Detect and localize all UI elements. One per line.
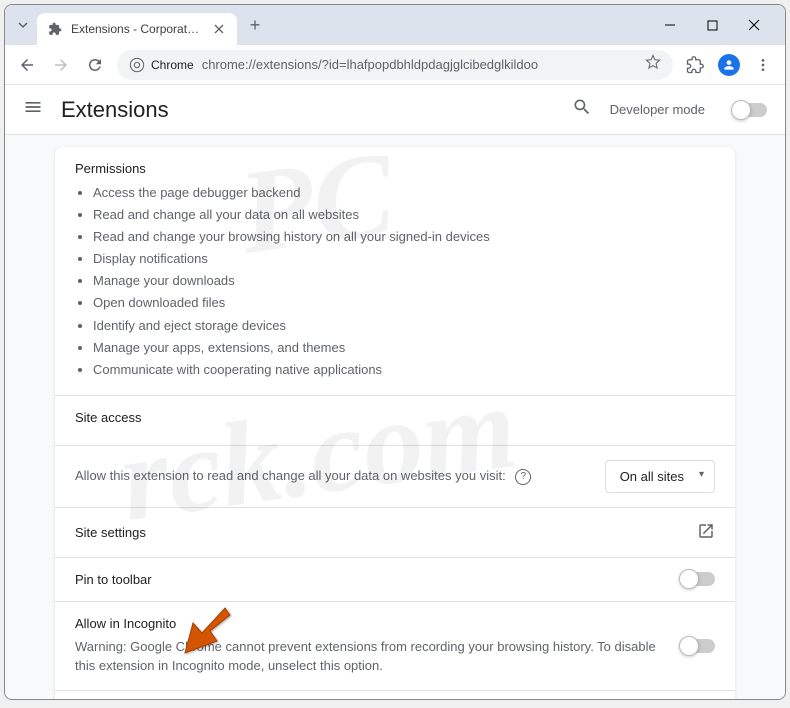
site-settings-link[interactable] [697, 522, 715, 543]
dev-mode-label: Developer mode [610, 102, 705, 117]
forward-button[interactable] [49, 53, 73, 77]
close-window-button[interactable] [739, 10, 769, 40]
search-button[interactable] [572, 97, 592, 122]
dev-mode-toggle[interactable] [733, 103, 767, 117]
minimize-button[interactable] [655, 10, 685, 40]
extension-icon [47, 21, 63, 37]
incognito-warning: Warning: Google Chrome cannot prevent ex… [75, 637, 669, 676]
permissions-list: Access the page debugger backendRead and… [75, 182, 715, 381]
permissions-title: Permissions [75, 161, 715, 176]
menu-button[interactable] [751, 57, 775, 73]
profile-button[interactable] [717, 54, 741, 76]
address-bar[interactable]: Chrome chrome://extensions/?id=lhafpopdb… [117, 50, 673, 80]
back-button[interactable] [15, 53, 39, 77]
omnibox-prefix: Chrome [151, 58, 194, 72]
permission-item: Manage your apps, extensions, and themes [93, 337, 715, 359]
site-access-title: Site access [75, 410, 715, 425]
help-icon[interactable]: ? [515, 469, 531, 485]
page-title: Extensions [61, 97, 554, 123]
tab-search-button[interactable] [13, 19, 33, 31]
incognito-toggle[interactable] [681, 639, 715, 653]
site-access-select[interactable]: On all sites [605, 460, 715, 493]
reload-button[interactable] [83, 53, 107, 77]
site-settings-label: Site settings [75, 525, 146, 540]
bookmark-button[interactable] [645, 54, 661, 75]
annotation-arrow [175, 603, 235, 668]
extensions-button[interactable] [683, 56, 707, 74]
omnibox-url: chrome://extensions/?id=lhafpopdbhldpdag… [202, 57, 637, 72]
permission-item: Read and change all your data on all web… [93, 204, 715, 226]
permission-item: Identify and eject storage devices [93, 315, 715, 337]
tab-title: Extensions - Corporate Monitor [71, 22, 203, 36]
chrome-icon: Chrome [129, 57, 194, 73]
pin-toggle[interactable] [681, 572, 715, 586]
close-tab-button[interactable] [211, 24, 227, 34]
permission-item: Display notifications [93, 248, 715, 270]
hamburger-menu[interactable] [23, 97, 43, 122]
site-access-selected: On all sites [620, 469, 684, 484]
pin-label: Pin to toolbar [75, 572, 152, 587]
browser-tab[interactable]: Extensions - Corporate Monitor [37, 13, 237, 45]
maximize-button[interactable] [697, 10, 727, 40]
incognito-title: Allow in Incognito [75, 616, 669, 631]
permission-item: Access the page debugger backend [93, 182, 715, 204]
permission-item: Communicate with cooperating native appl… [93, 359, 715, 381]
permission-item: Open downloaded files [93, 292, 715, 314]
permission-item: Read and change your browsing history on… [93, 226, 715, 248]
permission-item: Manage your downloads [93, 270, 715, 292]
new-tab-button[interactable]: + [241, 11, 269, 39]
site-access-label: Allow this extension to read and change … [75, 468, 506, 483]
